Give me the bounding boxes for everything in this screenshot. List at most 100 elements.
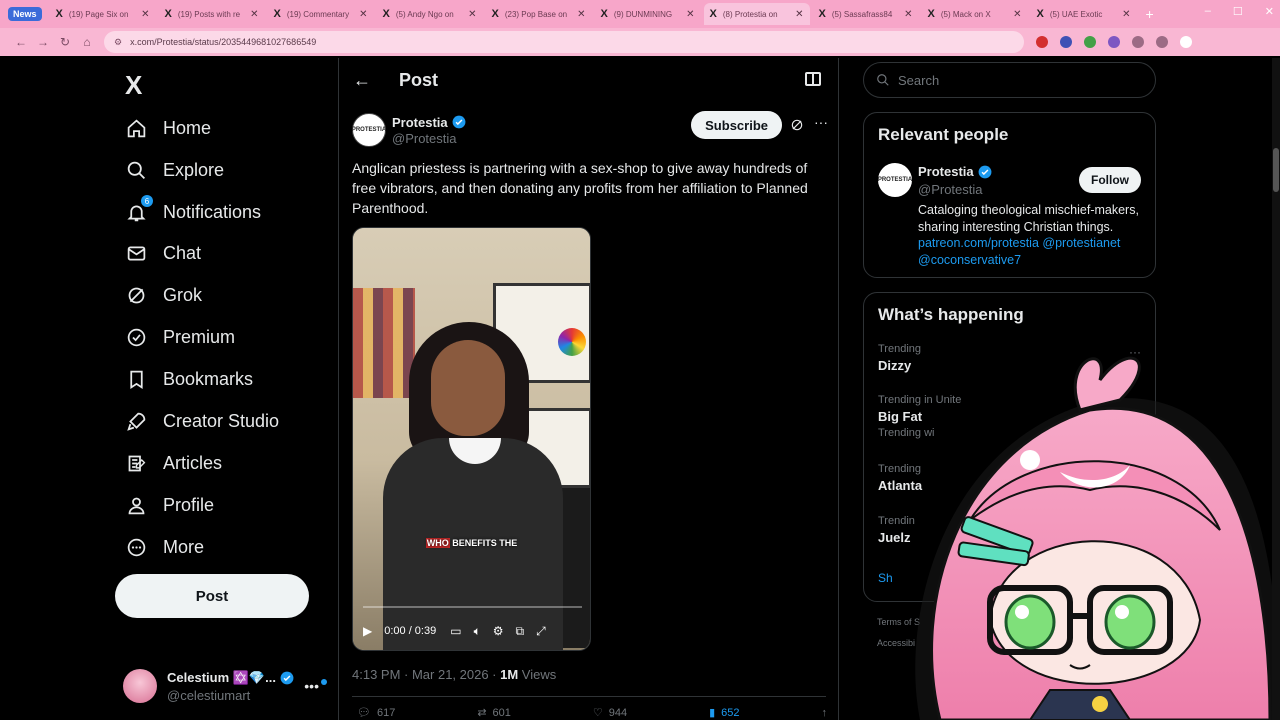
tab-close-icon[interactable]: ✕ <box>250 9 258 20</box>
video-controls: ▶ 0:00 / 0:39 ▭ 🔈︎ ⚙ ⧉ ⤢ <box>353 616 590 646</box>
play-icon[interactable]: ▶ <box>363 624 372 638</box>
relevant-handle[interactable]: @Protestia <box>918 182 983 197</box>
relevant-avatar[interactable]: PROTESTIA <box>878 163 912 197</box>
home-browser-icon[interactable]: ⌂ <box>76 35 98 49</box>
tab-close-icon[interactable]: ✕ <box>141 9 149 20</box>
bio-link[interactable]: patreon.com/protestia <box>918 236 1039 250</box>
tab-close-icon[interactable]: ✕ <box>795 9 803 20</box>
bio-text: Cataloging theological mischief-makers, … <box>918 203 1139 234</box>
extension-icon[interactable] <box>1108 36 1120 48</box>
close-window-icon[interactable]: ✕ <box>1265 5 1274 18</box>
like-button[interactable]: ♡ 944 <box>592 706 627 720</box>
author-handle[interactable]: @Protestia <box>392 131 466 146</box>
profile-avatar-icon[interactable] <box>1180 36 1192 48</box>
account-switcher[interactable]: Celestium ✡️💎... @celestiumart ••• <box>123 662 327 710</box>
tab-close-icon[interactable]: ✕ <box>1122 9 1130 20</box>
relevant-name-row[interactable]: Protestia <box>918 164 992 179</box>
news-badge[interactable]: News <box>8 7 42 21</box>
author-avatar[interactable]: PROTESTIA <box>352 113 386 147</box>
grok-icon <box>125 284 147 306</box>
sidebar-item-bookmarks[interactable]: Bookmarks <box>125 361 253 397</box>
tab-close-icon[interactable]: ✕ <box>904 9 912 20</box>
search-input[interactable] <box>898 72 1138 88</box>
bookmark-button[interactable]: ▮ 652 <box>709 706 739 720</box>
captions-icon[interactable]: ▭ <box>450 624 461 638</box>
unread-dot <box>321 679 327 685</box>
tab-close-icon[interactable]: ✕ <box>468 9 476 20</box>
settings-icon[interactable]: ⚙ <box>493 624 504 638</box>
x-favicon-icon: X <box>818 8 826 20</box>
relevant-name: Protestia <box>918 164 974 179</box>
extension-icon[interactable] <box>1132 36 1144 48</box>
browser-tab[interactable]: X (8) Protestia on ✕ <box>703 3 810 25</box>
tab-close-icon[interactable]: ✕ <box>1013 9 1021 20</box>
sidebar-item-notifications[interactable]: 6 Notifications <box>125 194 261 230</box>
sidebar-item-premium[interactable]: Premium <box>125 319 235 355</box>
reader-mode-icon[interactable] <box>805 72 821 86</box>
sidebar-item-grok[interactable]: Grok <box>125 277 202 313</box>
scrollbar-thumb[interactable] <box>1273 148 1279 192</box>
sidebar-item-profile[interactable]: Profile <box>125 487 214 523</box>
browser-tab[interactable]: X (19) Posts with re ✕ <box>159 3 265 25</box>
fullscreen-icon[interactable]: ⤢ <box>536 624 546 639</box>
search-box[interactable] <box>863 62 1156 98</box>
page-scrollbar[interactable] <box>1272 58 1280 720</box>
grok-icon[interactable] <box>790 118 804 132</box>
sidebar-item-articles[interactable]: Articles <box>125 445 222 481</box>
minimize-icon[interactable]: – <box>1205 5 1211 18</box>
tab-close-icon[interactable]: ✕ <box>577 9 585 20</box>
follow-button[interactable]: Follow <box>1079 167 1141 193</box>
browser-tab[interactable]: X (9) DUNMINING ✕ <box>595 3 701 25</box>
sidebar-item-home[interactable]: Home <box>125 110 211 146</box>
browser-tab[interactable]: X (5) Andy Ngo on ✕ <box>377 3 483 25</box>
sidebar-item-chat[interactable]: Chat <box>125 235 201 271</box>
subscribe-button[interactable]: Subscribe <box>691 111 782 139</box>
pip-icon[interactable]: ⧉ <box>516 624 525 639</box>
premium-icon <box>125 326 147 348</box>
extension-icon[interactable] <box>1084 36 1096 48</box>
sidebar-item-explore[interactable]: Explore <box>125 152 224 188</box>
browser-tab[interactable]: X (5) Mack on X ✕ <box>922 3 1028 25</box>
maximize-icon[interactable]: ☐ <box>1233 5 1243 18</box>
author-name[interactable]: Protestia <box>392 115 448 130</box>
tab-close-icon[interactable]: ✕ <box>359 9 367 20</box>
back-arrow-icon[interactable]: ← <box>353 70 373 91</box>
post-button[interactable]: Post <box>115 574 309 618</box>
relevant-bio: Cataloging theological mischief-makers, … <box>918 202 1146 268</box>
x-logo[interactable]: X <box>125 70 142 101</box>
tab-title: (5) Mack on X <box>940 9 991 19</box>
extension-icon[interactable] <box>1036 36 1048 48</box>
repost-button[interactable]: ⇄ 601 <box>477 706 511 720</box>
bio-link[interactable]: @protestianet <box>1042 236 1120 250</box>
url-field[interactable]: ⚙ x.com/Protestia/status/203544968102768… <box>104 31 1024 53</box>
sidebar-item-creator-studio[interactable]: Creator Studio <box>125 403 279 439</box>
x-favicon-icon: X <box>491 8 499 20</box>
more-dots-icon[interactable]: ••• <box>304 678 319 694</box>
x-favicon-icon: X <box>55 8 63 20</box>
forward-icon[interactable]: → <box>32 35 54 49</box>
new-tab-button[interactable]: + <box>1146 6 1154 22</box>
browser-tab[interactable]: X (19) Commentary ✕ <box>268 3 374 25</box>
video-time: 0:00 / 0:39 <box>384 625 437 637</box>
share-button[interactable]: ↑ <box>822 706 828 719</box>
extension-icon[interactable] <box>1156 36 1168 48</box>
heart-icon: ♡ <box>592 707 603 719</box>
browser-tab[interactable]: X (5) Sassafrass84 ✕ <box>813 3 919 25</box>
verified-badge-icon <box>978 165 992 178</box>
post-timestamp[interactable]: 4:13 PM · Mar 21, 2026 · <box>352 667 500 682</box>
extension-icon[interactable] <box>1060 36 1072 48</box>
video-progress-bar[interactable] <box>363 606 582 608</box>
sidebar-item-more[interactable]: More <box>125 529 204 565</box>
back-icon[interactable]: ← <box>10 35 32 49</box>
more-options-icon[interactable]: ··· <box>814 114 828 130</box>
tab-close-icon[interactable]: ✕ <box>686 9 694 20</box>
browser-tab[interactable]: X (23) Pop Base on ✕ <box>486 3 592 25</box>
video-player[interactable]: WHO BENEFITS THE ▶ 0:00 / 0:39 ▭ 🔈︎ ⚙ ⧉ … <box>352 227 591 651</box>
browser-tab[interactable]: X (19) Page Six on ✕ <box>50 3 156 25</box>
reload-icon[interactable]: ↻ <box>54 35 76 49</box>
site-info-icon[interactable]: ⚙ <box>114 37 122 48</box>
browser-tab[interactable]: X (5) UAE Exotic ✕ <box>1031 3 1137 25</box>
volume-icon[interactable]: 🔈︎ <box>474 624 481 639</box>
reply-button[interactable]: 💬︎ 617 <box>357 706 395 720</box>
bio-link[interactable]: @coconservative7 <box>918 253 1021 267</box>
